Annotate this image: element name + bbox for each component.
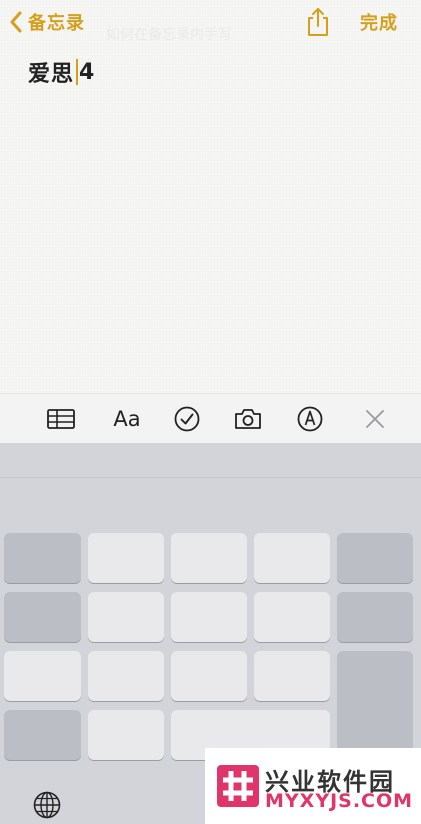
key[interactable]: [171, 592, 247, 642]
watermark-en: MYXYJS.COM: [265, 790, 414, 812]
key[interactable]: [88, 710, 164, 760]
format-text-button[interactable]: Aa: [110, 405, 144, 433]
checklist-icon: [174, 406, 200, 432]
text-caret: [76, 59, 79, 85]
watermark: 兴业软件园 MYXYJS.COM: [205, 748, 421, 824]
format-toolbar: Aa: [0, 393, 421, 444]
done-button[interactable]: 完成: [360, 9, 398, 35]
key[interactable]: [88, 651, 164, 701]
key[interactable]: [254, 533, 330, 583]
back-button[interactable]: 备忘录: [8, 8, 85, 36]
globe-icon[interactable]: [32, 790, 62, 820]
faint-background-text: 如何在备忘录内手写: [106, 27, 232, 43]
prediction-bar[interactable]: [0, 443, 421, 478]
key[interactable]: [254, 592, 330, 642]
close-toolbar-button[interactable]: [360, 405, 390, 433]
note-paper[interactable]: 备忘录 如何在备忘录内手写 完成 爱思 4: [0, 0, 421, 393]
key[interactable]: [171, 533, 247, 583]
camera-button[interactable]: [233, 405, 263, 433]
checklist-button[interactable]: [172, 405, 202, 433]
key[interactable]: [171, 651, 247, 701]
back-label: 备忘录: [28, 13, 85, 34]
note-text-tail: 4: [79, 59, 96, 85]
table-icon: [47, 409, 75, 429]
camera-icon: [235, 409, 261, 429]
key[interactable]: [88, 533, 164, 583]
note-text-area[interactable]: 爱思 4: [28, 56, 95, 88]
key-left-row4[interactable]: [4, 710, 81, 760]
markup-button[interactable]: [295, 405, 325, 433]
table-button[interactable]: [46, 405, 76, 433]
close-icon: [366, 410, 384, 428]
watermark-logo-icon: [217, 765, 259, 807]
note-text: 爱思: [28, 62, 75, 87]
return-key[interactable]: [337, 651, 413, 760]
share-icon[interactable]: [304, 6, 332, 38]
key-left-row1[interactable]: [4, 533, 81, 583]
chevron-left-icon: [10, 11, 22, 33]
key[interactable]: [254, 651, 330, 701]
key-right-row1[interactable]: [337, 533, 413, 583]
key[interactable]: [88, 592, 164, 642]
markup-icon: [297, 406, 323, 432]
key-left-row3[interactable]: [4, 651, 81, 701]
key-left-row2[interactable]: [4, 592, 81, 642]
key-right-row2[interactable]: [337, 592, 413, 642]
